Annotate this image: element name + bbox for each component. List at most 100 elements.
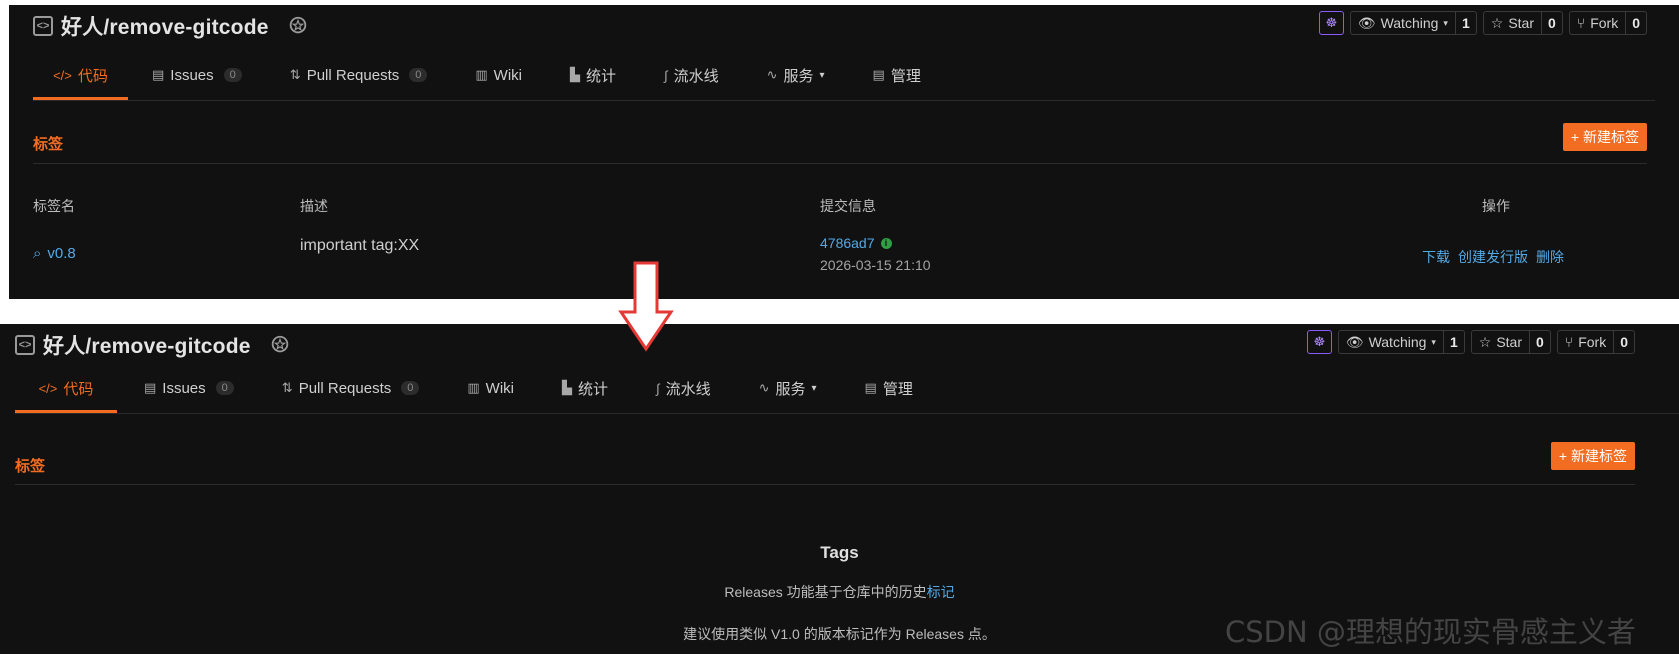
tab-label: Wiki: [485, 379, 514, 397]
bottom-screenshot-panel: <> 好人/remove-gitcode ☸ 👁 Watching ▾ 1 ☆ Sta…: [0, 324, 1679, 654]
pull-request-icon: ⇅: [289, 67, 301, 82]
code-icon: </>: [53, 67, 72, 83]
repo-header: <> 好人/remove-gitcode: [33, 11, 309, 41]
code-icon: </>: [38, 380, 58, 396]
caret-down-icon: ▾: [1443, 17, 1448, 28]
fork-button[interactable]: ⑂ Fork 0: [1556, 330, 1635, 354]
header-description: 描述: [300, 198, 328, 214]
tab-wiki[interactable]: ▥ Wiki: [475, 52, 522, 98]
section-divider: [15, 484, 1635, 485]
commit-hash-link[interactable]: 4786ad7: [820, 235, 875, 251]
fork-label: Fork: [1578, 334, 1607, 350]
tab-label: 管理: [890, 67, 921, 85]
watch-count[interactable]: 1: [1442, 331, 1464, 353]
watch-count[interactable]: 1: [1454, 12, 1476, 34]
tab-service[interactable]: ∿ 服务 ▾: [759, 365, 817, 411]
stats-icon: ▙: [570, 67, 580, 82]
tab-label: 服务: [775, 380, 806, 398]
watch-label: Watching: [1368, 334, 1427, 350]
star-icon: ☆: [1490, 14, 1504, 31]
tab-label: Issues: [170, 66, 214, 84]
create-release-link[interactable]: 创建发行版: [1458, 247, 1528, 267]
tab-issues[interactable]: ▤ Issues 0: [144, 365, 234, 411]
fork-label: Fork: [1590, 15, 1619, 31]
app-icon[interactable]: ☸: [1318, 11, 1344, 35]
tab-code[interactable]: </> 代码: [33, 52, 128, 100]
tab-stats[interactable]: ▙ 统计: [570, 52, 616, 98]
issues-icon: ▤: [144, 380, 157, 395]
tab-label: Pull Requests: [298, 379, 392, 397]
tab-label: 统计: [586, 67, 617, 85]
empty-line-1-text: Releases 功能基于仓库中的历史: [724, 584, 927, 600]
caret-down-icon: ▾: [1431, 336, 1436, 347]
tab-pull-requests[interactable]: ⇅ Pull Requests 0: [282, 365, 420, 411]
repo-title[interactable]: 好人/remove-gitcode: [43, 330, 251, 360]
section-title: 标签: [33, 136, 64, 153]
issues-icon: ▤: [152, 67, 165, 82]
down-arrow-icon: [618, 261, 674, 352]
tag-link[interactable]: ⌕ v0.8: [33, 245, 76, 262]
star-count[interactable]: 0: [1529, 331, 1550, 353]
new-tag-button[interactable]: + 新建标签: [1562, 123, 1647, 151]
tag-name: v0.8: [47, 245, 76, 262]
empty-state-line-1: Releases 功能基于仓库中的历史标记: [0, 582, 1679, 602]
tags-doc-link[interactable]: 标记: [927, 584, 955, 600]
tab-pull-requests[interactable]: ⇅ Pull Requests 0: [290, 52, 428, 98]
tab-stats[interactable]: ▙ 统计: [562, 365, 608, 411]
download-link[interactable]: 下载: [1422, 247, 1450, 267]
commit-time: 2026-03-15 21:10: [820, 257, 931, 273]
service-icon: ∿: [758, 380, 770, 395]
top-screenshot-panel: <> 好人/remove-gitcode ☸ 👁 Watching ▾ 1 ☆ Sta…: [9, 5, 1679, 299]
tab-label: 代码: [77, 67, 108, 85]
header-actions: 操作: [1482, 198, 1510, 214]
tab-service[interactable]: ∿ 服务 ▾: [767, 52, 825, 98]
badge-icon[interactable]: [269, 334, 291, 356]
tab-pipeline[interactable]: ∫ 流水线: [664, 52, 719, 98]
app-icon[interactable]: ☸: [1306, 330, 1332, 354]
eye-icon: 👁: [1345, 333, 1364, 350]
stats-icon: ▙: [562, 380, 572, 395]
star-button[interactable]: ☆ Star 0: [1470, 330, 1551, 354]
repo-tabs: </> 代码 ▤ Issues 0 ⇅ Pull Requests 0 ▥ Wiki ▙ 统计…: [15, 365, 1679, 414]
fork-icon: ⑂: [1576, 15, 1586, 31]
watermark: CSDN @理想的现实骨感主义者: [1225, 615, 1636, 649]
tab-pipeline[interactable]: ∫ 流水线: [656, 365, 711, 411]
star-button[interactable]: ☆ Star 0: [1482, 11, 1563, 35]
repo-code-icon: <>: [33, 16, 53, 36]
fork-count[interactable]: 0: [1625, 12, 1646, 34]
tab-count: 0: [215, 381, 234, 395]
header-commit: 提交信息: [820, 198, 876, 214]
repo-actions: ☸ 👁 Watching ▾ 1 ☆ Star 0 ⑂ Fork 0: [1306, 330, 1635, 354]
delete-link[interactable]: 删除: [1536, 247, 1564, 267]
tab-label: 统计: [578, 380, 609, 398]
star-label: Star: [1496, 334, 1522, 350]
tag-icon: ⌕: [33, 245, 42, 262]
tab-manage[interactable]: ▤ 管理: [873, 52, 921, 98]
watch-button[interactable]: 👁 Watching ▾ 1: [1337, 330, 1465, 354]
header-tag-name: 标签名: [33, 198, 75, 214]
tab-code[interactable]: </> 代码: [15, 365, 117, 413]
new-tag-button[interactable]: + 新建标签: [1550, 442, 1635, 470]
badge-icon[interactable]: [287, 15, 309, 37]
tab-label: Issues: [162, 379, 206, 397]
tab-label: 服务: [783, 67, 814, 85]
fork-button[interactable]: ⑂ Fork 0: [1568, 11, 1647, 35]
repo-title[interactable]: 好人/remove-gitcode: [61, 11, 269, 41]
tab-manage[interactable]: ▤ 管理: [865, 365, 913, 411]
wiki-icon: ▥: [467, 380, 480, 395]
tab-issues[interactable]: ▤ Issues 0: [152, 52, 242, 98]
watch-button[interactable]: 👁 Watching ▾ 1: [1349, 11, 1477, 35]
row-actions: 下载 创建发行版 删除: [1422, 247, 1564, 267]
empty-state-title: Tags: [820, 543, 859, 562]
pull-request-icon: ⇅: [281, 380, 293, 395]
repo-tabs: </> 代码 ▤ Issues 0 ⇅ Pull Requests 0 ▥ Wiki ▙ 统计…: [33, 52, 1655, 101]
tab-label: 流水线: [665, 380, 711, 398]
pipeline-icon: ∫: [664, 67, 668, 83]
star-count[interactable]: 0: [1541, 12, 1562, 34]
fork-count[interactable]: 0: [1613, 331, 1634, 353]
repo-header: <> 好人/remove-gitcode: [15, 330, 291, 360]
tab-label: 流水线: [673, 67, 719, 85]
tab-label: Pull Requests: [306, 66, 400, 84]
section-title: 标签: [15, 458, 46, 475]
tab-wiki[interactable]: ▥ Wiki: [467, 365, 514, 411]
